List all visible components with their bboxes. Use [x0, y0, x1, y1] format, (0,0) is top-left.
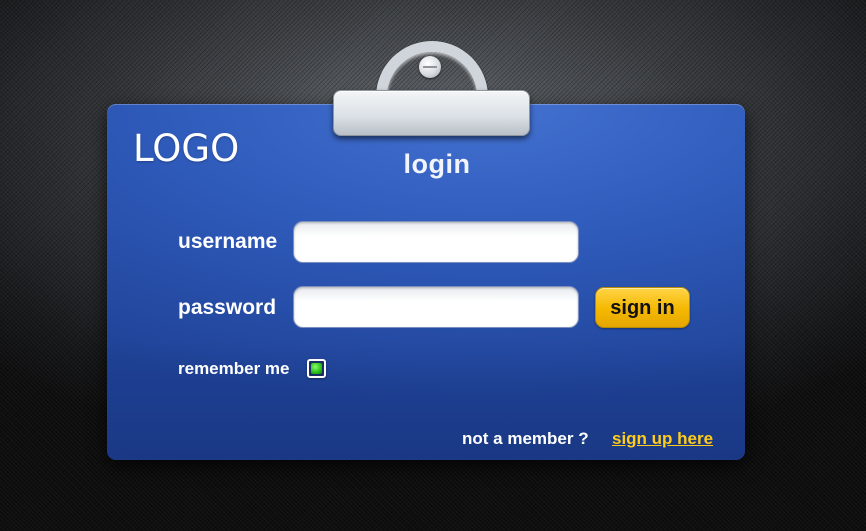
not-member-text: not a member ? — [462, 429, 589, 448]
logo: LOGO — [133, 127, 240, 170]
clip-bar — [333, 90, 530, 136]
username-label: username — [178, 230, 278, 253]
screw-icon — [419, 56, 441, 78]
remember-me-checkbox[interactable] — [307, 359, 326, 378]
remember-me-label: remember me — [178, 359, 290, 378]
sign-up-link[interactable]: sign up here — [612, 429, 713, 449]
page-title: login — [403, 149, 471, 179]
password-field[interactable] — [293, 286, 579, 328]
username-field[interactable] — [293, 221, 579, 263]
password-label: password — [178, 296, 277, 319]
sign-in-button[interactable]: sign in — [595, 287, 690, 328]
